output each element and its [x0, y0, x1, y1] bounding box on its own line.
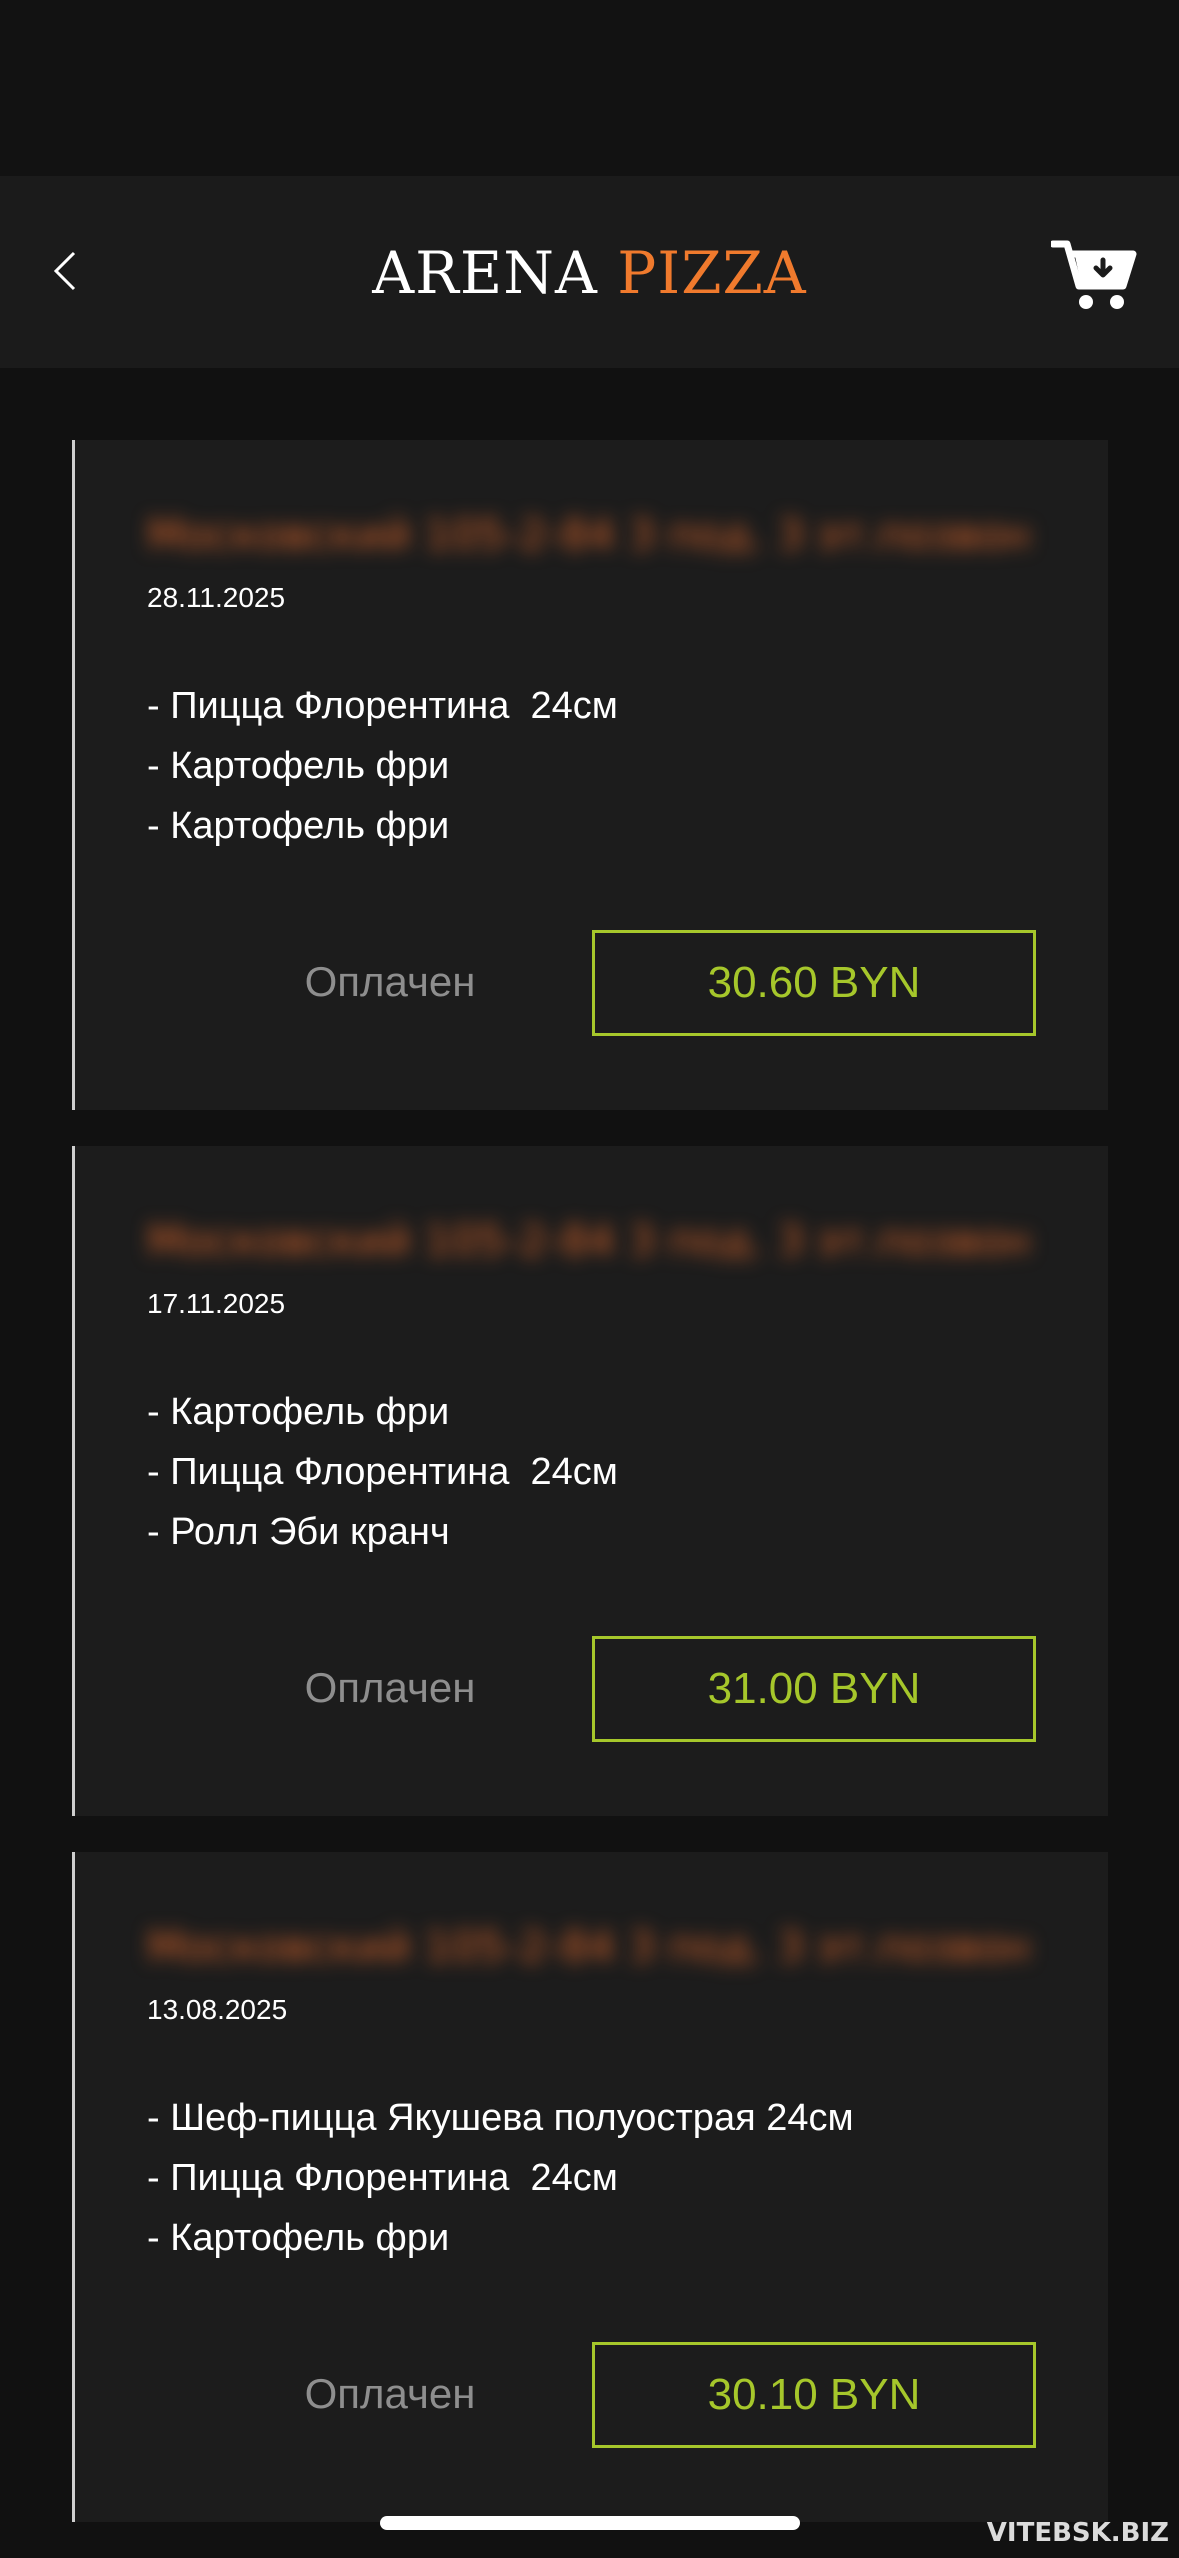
order-status: Оплачен — [304, 1664, 476, 1711]
cart-button[interactable] — [1049, 234, 1139, 314]
order-card[interactable]: Московский 105-2-84 3 под. 3 эт.позвон..… — [72, 1146, 1108, 1816]
order-card[interactable]: Московский 105-2-84 3 под. 3 эт.позвон..… — [72, 1852, 1108, 2522]
order-item: - Шеф-пицца Якушева полуострая 24см — [147, 2097, 854, 2139]
order-address: Московский 105-2-84 3 под. 3 эт.позвон.. — [147, 1216, 1027, 1265]
order-item: - Картофель фри — [147, 805, 450, 847]
order-total-button[interactable]: 31.00 BYN — [592, 1636, 1036, 1742]
order-date: 13.08.2025 — [147, 1994, 288, 2025]
watermark: VITEBSK.BIZ — [986, 2518, 1169, 2548]
order-total-button[interactable]: 30.10 BYN — [592, 2342, 1036, 2448]
home-indicator[interactable] — [380, 2516, 800, 2530]
order-item: - Пицца Флорентина 24см — [147, 1451, 618, 1493]
orders-list: Московский 105-2-84 3 под. 3 эт.позвон..… — [72, 440, 1108, 2558]
order-date: 17.11.2025 — [147, 1288, 286, 1319]
order-item: - Картофель фри — [147, 2217, 450, 2259]
order-address: Московский 105-2-84 3 под. 3 эт.позвон.. — [147, 1922, 1027, 1971]
logo-word-arena: ARENA — [372, 239, 598, 307]
order-item: - Картофель фри — [147, 745, 450, 787]
order-items: - Картофель фри - Пицца Флорентина 24см … — [147, 1382, 618, 1562]
order-item: - Ролл Эби кранч — [147, 1511, 450, 1553]
order-total-button[interactable]: 30.60 BYN — [592, 930, 1036, 1036]
order-item: - Пицца Флорентина 24см — [147, 685, 618, 727]
cart-download-icon — [1049, 240, 1137, 309]
order-status: Оплачен — [304, 958, 476, 1005]
order-item: - Картофель фри — [147, 1391, 450, 1433]
order-items: - Пицца Флорентина 24см - Картофель фри … — [147, 676, 618, 856]
status-bar — [0, 0, 1179, 176]
order-card[interactable]: Московский 105-2-84 3 под. 3 эт.позвон..… — [72, 440, 1108, 1110]
order-address: Московский 105-2-84 3 под. 3 эт.позвон.. — [147, 510, 1027, 559]
order-date: 28.11.2025 — [147, 582, 286, 613]
order-items: - Шеф-пицца Якушева полуострая 24см - Пи… — [147, 2088, 854, 2268]
logo-word-pizza: PIZZA — [617, 239, 807, 307]
app-header: ARENA PIZZA — [0, 176, 1179, 368]
order-status: Оплачен — [304, 2370, 476, 2417]
app-logo: ARENA PIZZA — [0, 238, 1179, 308]
order-item: - Пицца Флорентина 24см — [147, 2157, 618, 2199]
